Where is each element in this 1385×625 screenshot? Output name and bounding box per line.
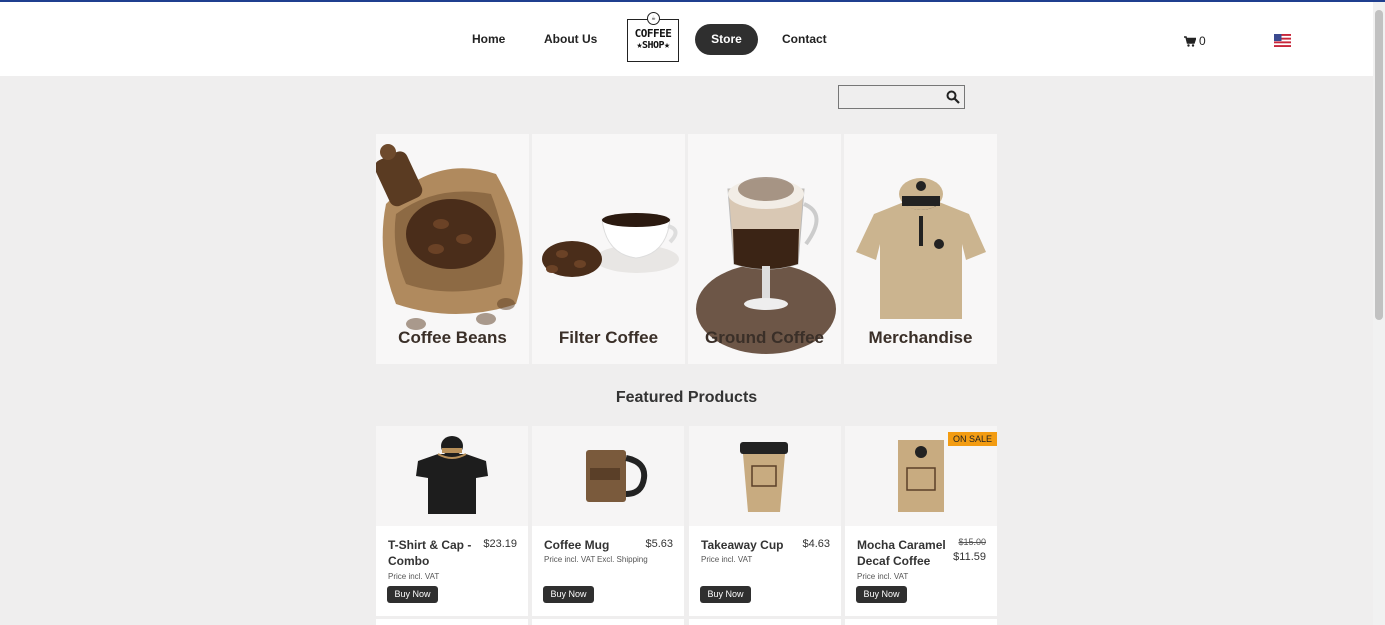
- on-sale-badge: ON SALE: [947, 432, 997, 446]
- product-price: $23.19: [483, 538, 517, 550]
- product-card-coffee-mug[interactable]: Coffee Mug $5.63 Price incl. VAT Excl. S…: [532, 426, 684, 616]
- product-card-mocha-caramel-decaf[interactable]: ON SALE Mocha Caramel Decaf Coffee $15.0…: [845, 426, 997, 616]
- cart-count: 0: [1199, 34, 1206, 48]
- navbar: Home About Us ☕ COFFEE ★SHOP★ Store Cont…: [0, 2, 1373, 76]
- logo-text-line2: ★SHOP★: [636, 40, 670, 51]
- product-old-price: $15.00: [958, 537, 986, 547]
- search-box[interactable]: [838, 85, 965, 109]
- tshirt-cap-image: [416, 436, 488, 514]
- price-note: Price incl. VAT: [544, 555, 596, 564]
- cart-button[interactable]: 0: [1184, 34, 1206, 48]
- category-label: Ground Coffee: [705, 328, 824, 347]
- nav-contact[interactable]: Contact: [782, 32, 827, 46]
- buy-now-button[interactable]: Buy Now: [387, 586, 438, 603]
- coffee-mug-image: [586, 450, 648, 502]
- category-ground-coffee[interactable]: Ground Coffee: [688, 134, 841, 364]
- product-card-partial: [689, 619, 841, 625]
- product-price: $11.59: [953, 551, 986, 563]
- buy-now-button[interactable]: Buy Now: [543, 586, 594, 603]
- category-label: Filter Coffee: [558, 328, 659, 347]
- product-price: $5.63: [645, 538, 673, 550]
- category-filter-coffee[interactable]: Filter Coffee: [532, 134, 685, 364]
- scrollbar-thumb[interactable]: [1375, 10, 1383, 320]
- nav-home[interactable]: Home: [472, 32, 505, 46]
- nav-store[interactable]: Store: [695, 24, 758, 55]
- product-card-partial: [845, 619, 997, 625]
- product-price: $4.63: [802, 538, 830, 550]
- product-name: Mocha Caramel Decaf Coffee: [857, 538, 946, 568]
- product-card-takeaway-cup[interactable]: Takeaway Cup $4.63 Price incl. VAT Buy N…: [689, 426, 841, 616]
- page-scrollbar[interactable]: [1373, 2, 1385, 625]
- logo-text-line1: COFFEE: [634, 27, 672, 40]
- category-label: Merchandise: [868, 328, 973, 347]
- buy-now-button[interactable]: Buy Now: [700, 586, 751, 603]
- takeaway-cup-image: [740, 442, 788, 512]
- nav-about-us[interactable]: About Us: [544, 32, 597, 46]
- product-image: [376, 426, 528, 526]
- category-label: Coffee Beans: [398, 328, 507, 347]
- price-note: Price incl. VAT: [701, 555, 753, 564]
- product-card-partial: [376, 619, 528, 625]
- category-merchandise[interactable]: Merchandise: [844, 134, 997, 364]
- product-name: T-Shirt & Cap - Combo: [388, 538, 472, 568]
- category-coffee-beans[interactable]: Coffee Beans: [376, 134, 529, 364]
- product-image: [532, 426, 684, 526]
- cart-icon: [1184, 35, 1196, 47]
- search-icon[interactable]: [946, 90, 960, 104]
- shipping-note: Excl. Shipping: [597, 555, 648, 564]
- featured-products-title: Featured Products: [615, 389, 758, 406]
- product-name: Takeaway Cup: [701, 538, 784, 552]
- product-card-tshirt-cap-combo[interactable]: T-Shirt & Cap - Combo $23.19 Price incl.…: [376, 426, 528, 616]
- product-card-partial: [532, 619, 684, 625]
- price-note: Price incl. VAT: [857, 572, 909, 581]
- coffee-shop-logo[interactable]: ☕ COFFEE ★SHOP★: [627, 12, 679, 62]
- price-note: Price incl. VAT: [388, 572, 440, 581]
- product-name: Coffee Mug: [544, 538, 610, 552]
- coffee-cup-icon: ☕: [647, 12, 660, 25]
- us-flag-icon[interactable]: [1274, 34, 1291, 47]
- search-input[interactable]: [841, 88, 946, 106]
- buy-now-button[interactable]: Buy Now: [856, 586, 907, 603]
- product-image: [689, 426, 841, 526]
